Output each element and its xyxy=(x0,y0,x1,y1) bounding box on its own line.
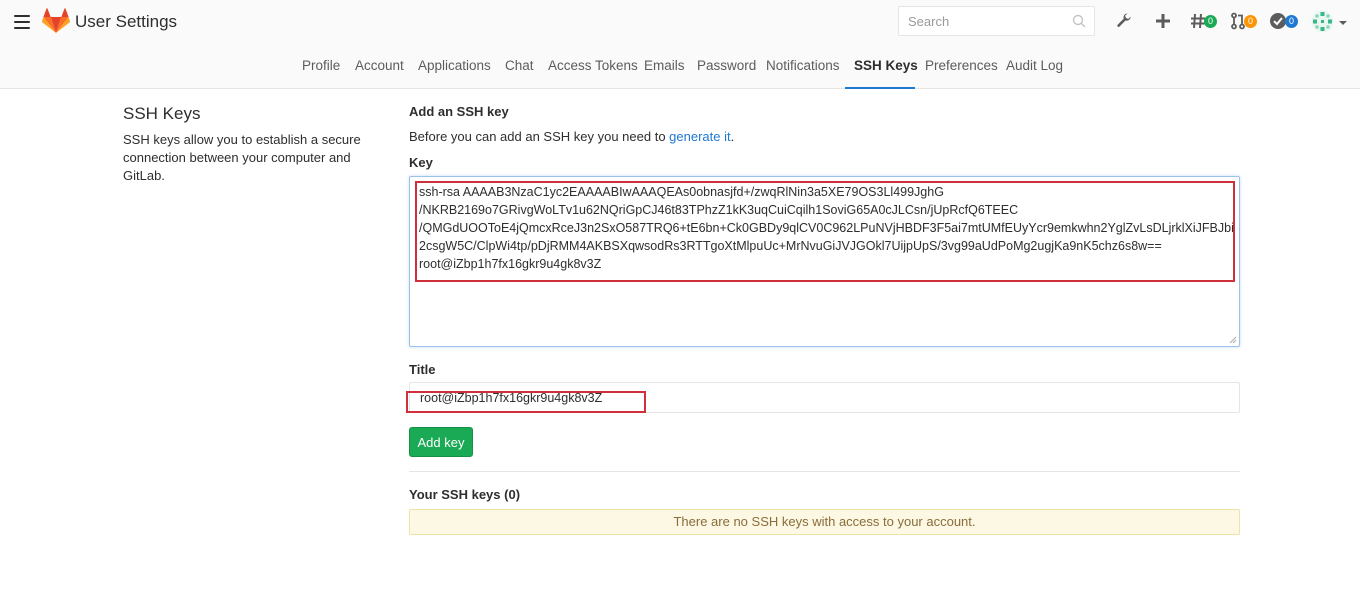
generate-it-link[interactable]: generate it xyxy=(669,129,730,144)
tab-access-tokens[interactable]: Access Tokens xyxy=(548,58,638,73)
key-label: Key xyxy=(409,155,433,170)
key-text: ssh-rsa AAAAB3NzaC1yc2EAAAABIwAAAQEAs0ob… xyxy=(419,185,1234,271)
tab-profile[interactable]: Profile xyxy=(302,58,340,73)
empty-keys-message: There are no SSH keys with access to you… xyxy=(409,509,1240,535)
merge-request-icon[interactable]: 0 xyxy=(1230,10,1257,32)
issues-badge: 0 xyxy=(1204,14,1217,28)
todo-icon[interactable]: 0 xyxy=(1269,10,1298,32)
active-tab-indicator xyxy=(845,87,915,89)
issues-icon[interactable]: 0 xyxy=(1190,10,1217,32)
plus-icon[interactable] xyxy=(1155,10,1171,32)
tab-ssh-keys[interactable]: SSH Keys xyxy=(854,58,918,73)
tab-emails[interactable]: Emails xyxy=(644,58,685,73)
divider xyxy=(409,471,1240,472)
intro-text: Before you can add an SSH key you need t… xyxy=(409,129,735,144)
gitlab-logo[interactable] xyxy=(42,8,70,34)
search-input[interactable] xyxy=(899,7,1059,35)
add-key-button[interactable]: Add key xyxy=(409,427,473,457)
add-ssh-key-heading: Add an SSH key xyxy=(409,104,509,119)
section-title: SSH Keys xyxy=(123,104,201,123)
tab-preferences[interactable]: Preferences xyxy=(925,58,998,73)
resize-handle-icon[interactable] xyxy=(1229,336,1237,344)
tab-chat[interactable]: Chat xyxy=(505,58,534,73)
settings-tabs: Profile Account Applications Chat Access… xyxy=(0,46,1360,89)
title-input[interactable]: root@iZbp1h7fx16gkr9u4gk8v3Z xyxy=(409,382,1240,413)
tab-password[interactable]: Password xyxy=(697,58,756,73)
tab-applications[interactable]: Applications xyxy=(418,58,491,73)
top-navbar: User Settings 0 0 0 xyxy=(0,0,1360,89)
chevron-down-icon[interactable] xyxy=(1338,20,1348,26)
key-textarea[interactable]: ssh-rsa AAAAB3NzaC1yc2EAAAABIwAAAQEAs0ob… xyxy=(409,176,1240,347)
todos-badge: 0 xyxy=(1285,14,1298,28)
wrench-icon[interactable] xyxy=(1116,10,1134,32)
section-description: SSH keys allow you to establish a secure… xyxy=(123,132,361,183)
merge-requests-badge: 0 xyxy=(1244,14,1257,28)
search-box[interactable] xyxy=(898,6,1095,36)
tab-notifications[interactable]: Notifications xyxy=(766,58,840,73)
title-label: Title xyxy=(409,362,436,377)
your-ssh-keys-heading: Your SSH keys (0) xyxy=(409,487,521,502)
search-icon xyxy=(1072,14,1086,28)
tab-audit-log[interactable]: Audit Log xyxy=(1006,58,1063,73)
title-value: root@iZbp1h7fx16gkr9u4gk8v3Z xyxy=(420,391,603,405)
avatar[interactable] xyxy=(1311,10,1334,33)
app-title[interactable]: User Settings xyxy=(75,12,177,32)
tab-account[interactable]: Account xyxy=(355,58,404,73)
user-menu[interactable] xyxy=(1311,10,1348,32)
hamburger-icon[interactable] xyxy=(14,15,30,29)
